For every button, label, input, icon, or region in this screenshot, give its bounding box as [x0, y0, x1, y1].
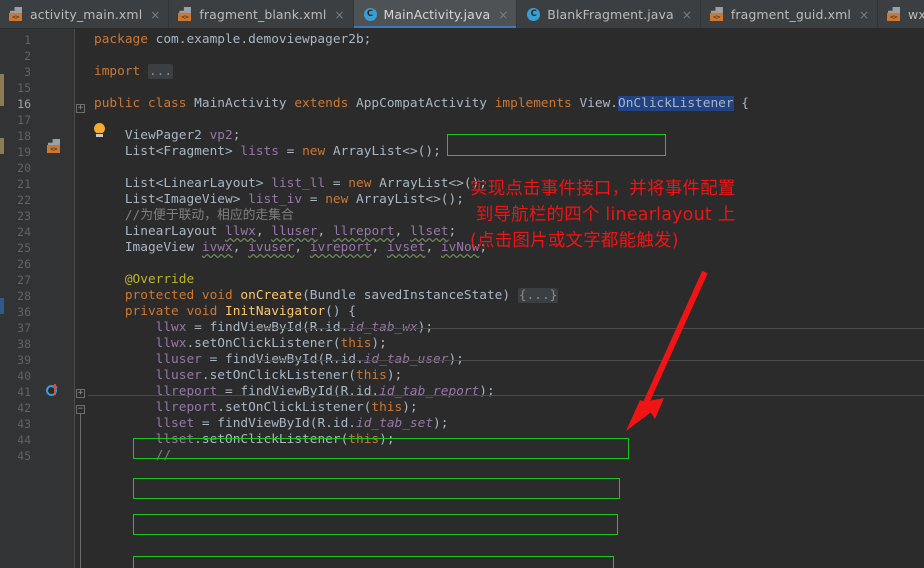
line-number: 28	[17, 289, 31, 303]
annotation-text-line: (点击图片或文字都能触发)	[470, 231, 679, 251]
line-number-gutter: 1 2 3 15 16 17 18 19 20 21 22 23 24 25 26 27 28 36 37 38 39 4…	[4, 29, 37, 568]
icon-gutter[interactable]: <>	[37, 29, 75, 568]
editor-tab-blankfragment-java[interactable]: C BlankFragment.java ×	[517, 0, 701, 28]
code-line[interactable]: private void InitNavigator() {	[94, 304, 356, 320]
fold-expand-marker[interactable]: +	[76, 389, 85, 398]
code-line[interactable]: protected void onCreate(Bundle savedInst…	[94, 288, 559, 304]
code-line[interactable]: //为便于联动，相应的走集合	[94, 208, 294, 224]
editor-tab-label: activity_main.xml	[30, 7, 143, 22]
xml-file-icon: <>	[709, 7, 725, 22]
line-number: 20	[17, 161, 31, 175]
line-number: 42	[17, 401, 31, 415]
xml-file-icon: <>	[887, 7, 902, 22]
line-number: 17	[17, 113, 31, 127]
editor-tab-label: BlankFragment.java	[547, 7, 674, 22]
code-line[interactable]: llset = findViewById(R.id.id_tab_set);	[94, 416, 449, 432]
fold-separator-line	[250, 328, 924, 329]
line-number: 39	[17, 353, 31, 367]
line-number: 3	[24, 65, 31, 79]
code-line[interactable]: package com.example.demoviewpager2b;	[94, 32, 371, 48]
close-icon[interactable]: ×	[682, 9, 692, 21]
line-number: 21	[17, 177, 31, 191]
close-icon[interactable]: ×	[334, 9, 344, 21]
xml-file-icon[interactable]: <>	[47, 139, 62, 154]
code-line[interactable]: llreport = findViewById(R.id.id_tab_repo…	[94, 384, 495, 400]
java-class-icon: C	[526, 7, 541, 22]
code-line[interactable]: ImageView ivwx, ivuser, ivreport, ivset,…	[94, 240, 487, 256]
line-number: 18	[17, 129, 31, 143]
line-number: 15	[17, 81, 31, 95]
annotation-text-line: 到导航栏的四个 linearlayout 上	[470, 205, 736, 225]
code-line[interactable]: List<ImageView> list_iv = new ArrayList<…	[94, 192, 464, 208]
code-line[interactable]: LinearLayout llwx, lluser, llreport, lls…	[94, 224, 456, 240]
code-line[interactable]: //	[94, 448, 171, 464]
xml-file-icon: <>	[178, 7, 193, 22]
annotation-text-line: 实现点击事件接口，并将事件配置	[470, 179, 736, 199]
line-number: 37	[17, 321, 31, 335]
code-line[interactable]: List<LinearLayout> list_ll = new ArrayLi…	[94, 176, 487, 192]
line-number: 16	[17, 97, 31, 111]
close-icon[interactable]: ×	[150, 9, 160, 21]
fold-separator-line	[88, 395, 924, 396]
xml-file-icon: <>	[9, 7, 24, 22]
code-editor[interactable]: 1 2 3 15 16 17 18 19 20 21 22 23 24 25 26 27 28 36 37 38 39 4…	[0, 29, 924, 568]
code-line[interactable]: ViewPager2 vp2;	[94, 128, 241, 144]
annotation-text: 实现点击事件接口，并将事件配置 到导航栏的四个 linearlayout 上 (点…	[470, 176, 736, 254]
editor-tab-fragment-guid-xml[interactable]: <> fragment_guid.xml ×	[700, 0, 878, 28]
fold-separator-line	[250, 360, 924, 361]
line-number: 24	[17, 225, 31, 239]
editor-tab-fragment-blank-xml[interactable]: <> fragment_blank.xml ×	[169, 0, 354, 28]
line-number: 27	[17, 273, 31, 287]
code-line[interactable]: import ...	[94, 64, 174, 80]
code-line[interactable]: @Override	[94, 272, 194, 288]
editor-tab-label: fragment_guid.xml	[730, 7, 851, 22]
line-number: 45	[17, 449, 31, 463]
line-number: 41	[17, 385, 31, 399]
line-number: 43	[17, 417, 31, 431]
code-line[interactable]: List<Fragment> lists = new ArrayList<>()…	[94, 144, 441, 160]
method-override-icon[interactable]	[46, 384, 60, 398]
editor-tab-mainactivity-java[interactable]: C MainActivity.java ×	[353, 0, 518, 28]
code-line[interactable]: public class MainActivity extends AppCom…	[94, 96, 749, 112]
editor-tab-label: wx.xml	[908, 7, 924, 22]
fold-region-line	[80, 414, 81, 568]
line-number: 38	[17, 337, 31, 351]
editor-tab-label: MainActivity.java	[383, 7, 491, 22]
code-line[interactable]: llwx.setOnClickListener(this);	[94, 336, 387, 352]
line-number: 22	[17, 193, 31, 207]
line-number: 19	[17, 145, 31, 159]
editor-tab-activity-main-xml[interactable]: <> activity_main.xml ×	[0, 0, 170, 28]
line-number: 23	[17, 209, 31, 223]
code-line[interactable]: llreport.setOnClickListener(this);	[94, 400, 418, 416]
editor-tab-wx-xml[interactable]: <>wx.xml×	[878, 0, 924, 28]
line-number: 2	[24, 49, 31, 63]
editor-tab-label: fragment_blank.xml	[199, 7, 327, 22]
editor-tab-bar: <> activity_main.xml × <> fragment_blank.xml…	[0, 0, 924, 29]
line-number: 26	[17, 257, 31, 271]
close-icon[interactable]: ×	[498, 9, 508, 21]
code-line[interactable]: llset.setOnClickListener(this);	[94, 432, 395, 448]
line-number: 25	[17, 241, 31, 255]
line-number: 36	[17, 305, 31, 319]
code-text-area[interactable]: package com.example.demoviewpager2b; impo…	[88, 29, 924, 568]
code-line[interactable]: lluser.setOnClickListener(this);	[94, 368, 403, 384]
fold-expand-marker[interactable]: +	[76, 104, 85, 113]
code-folding-strip[interactable]: + + −	[75, 29, 88, 568]
close-icon[interactable]: ×	[859, 9, 869, 21]
line-number: 1	[24, 33, 31, 47]
line-number: 44	[17, 433, 31, 447]
line-number: 40	[17, 369, 31, 383]
fold-collapse-marker[interactable]: −	[76, 405, 85, 414]
java-class-icon: C	[363, 7, 378, 22]
